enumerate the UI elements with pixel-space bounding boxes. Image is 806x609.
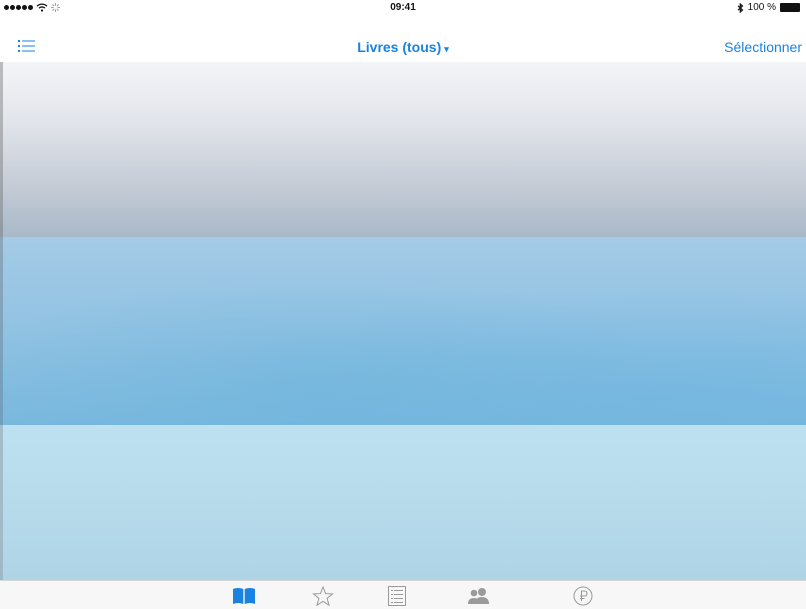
- purchase-icon: [573, 586, 593, 606]
- navigation-bar: Livres (tous) ▾ Sélectionner: [0, 30, 806, 62]
- chevron-down-icon: ▾: [444, 44, 449, 54]
- status-bar: 09:41 100 %: [0, 0, 806, 30]
- bluetooth-icon: [737, 2, 744, 13]
- list-icon: [388, 586, 406, 606]
- battery-percentage: 100 %: [747, 2, 776, 13]
- list-menu-button[interactable]: [18, 38, 40, 54]
- tab-favorites[interactable]: [310, 585, 336, 607]
- tab-purchase[interactable]: [570, 585, 596, 607]
- book-icon: [233, 588, 255, 604]
- tab-list[interactable]: [384, 585, 410, 607]
- select-button[interactable]: Sélectionner: [724, 39, 802, 55]
- bookshelf-row: [0, 425, 806, 580]
- shelf-edge: [0, 62, 3, 580]
- status-time: 09:41: [390, 2, 416, 13]
- bookshelf-row: [0, 62, 806, 237]
- books-filter-dropdown[interactable]: Livres (tous) ▾: [357, 39, 449, 55]
- people-icon: [468, 588, 489, 604]
- bookshelf-row: [0, 237, 806, 425]
- list-menu-icon: [18, 40, 35, 52]
- tab-people[interactable]: [466, 585, 492, 607]
- nav-title-label: Livres (tous): [357, 39, 442, 55]
- tab-books[interactable]: [231, 585, 257, 607]
- star-icon: [312, 585, 334, 606]
- tab-bar: [0, 580, 806, 609]
- battery-icon: [780, 3, 800, 12]
- status-right: 100 %: [737, 2, 800, 13]
- nav-title: Livres (tous) ▾: [0, 39, 806, 55]
- screen: 09:41 100 % Livres (tous) ▾ Sélectionner: [0, 0, 806, 609]
